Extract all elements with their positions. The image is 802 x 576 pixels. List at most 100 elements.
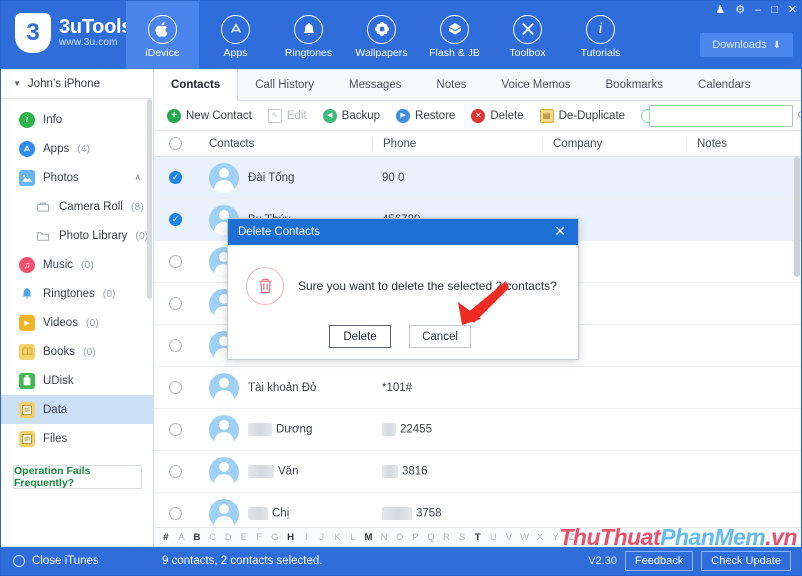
sidebar-item-photos[interactable]: Photos ∧	[1, 163, 153, 192]
table-row[interactable]: Văn 3816	[154, 451, 801, 493]
row-checkbox[interactable]	[169, 423, 182, 436]
sidebar-item-info[interactable]: i Info	[1, 105, 153, 134]
skin-icon[interactable]: ♟	[715, 4, 725, 16]
alpha-letter[interactable]: P	[408, 532, 424, 543]
row-checkbox[interactable]	[169, 381, 182, 394]
dialog-cancel-button[interactable]: Cancel	[409, 325, 471, 348]
sidebar-item-books[interactable]: Books (0)	[1, 337, 153, 366]
device-selector[interactable]: ▼ John’s iPhone	[1, 69, 153, 99]
alpha-letter[interactable]: Q	[423, 532, 439, 543]
nav-item-toolbox[interactable]: Toolbox	[491, 1, 564, 69]
dialog-delete-button[interactable]: Delete	[329, 325, 391, 348]
nav-item-apps[interactable]: Apps	[199, 1, 272, 69]
alpha-letter[interactable]: L	[345, 532, 361, 543]
tab-voice-memos[interactable]: Voice Memos	[484, 69, 588, 100]
sidebar-item-apps[interactable]: Apps (4)	[1, 134, 153, 163]
nav-item-flash-jb[interactable]: Flash & JB	[418, 1, 491, 69]
magnifier-icon[interactable]: ⚲	[797, 109, 801, 123]
nav-item-idevice[interactable]: iDevice	[126, 1, 199, 69]
row-checkbox[interactable]	[169, 297, 182, 310]
chevron-up-icon[interactable]: ∧	[134, 172, 141, 183]
de-duplicate-button[interactable]: ▤ De-Duplicate	[533, 106, 632, 126]
maximize-icon[interactable]: □	[771, 4, 778, 16]
tab-call-history[interactable]: Call History	[238, 69, 332, 100]
alpha-letter[interactable]: C	[205, 532, 221, 543]
close-itunes-button[interactable]: Close iTunes	[1, 555, 154, 567]
sidebar-item-files[interactable]: Files	[1, 424, 153, 453]
settings-gear-icon[interactable]: ⚙	[735, 4, 745, 16]
alpha-letter[interactable]: O	[392, 532, 408, 543]
row-checkbox[interactable]	[169, 339, 182, 352]
alpha-letter[interactable]: J	[314, 532, 330, 543]
alpha-letter[interactable]: N	[376, 532, 392, 543]
alpha-letter[interactable]: V	[501, 532, 517, 543]
tab-notes[interactable]: Notes	[419, 69, 484, 100]
alpha-letter[interactable]: Y	[548, 532, 564, 543]
select-all-checkbox[interactable]	[169, 137, 182, 150]
alpha-letter[interactable]: K	[330, 532, 346, 543]
sidebar-item-ringtones[interactable]: Ringtones (0)	[1, 279, 153, 308]
table-row[interactable]: ✓ Đài Tống 90 0	[154, 157, 801, 199]
row-checkbox[interactable]: ✓	[169, 171, 182, 184]
column-header-contacts[interactable]: Contacts	[197, 138, 372, 150]
search-box[interactable]: ⚲	[649, 105, 801, 127]
nav-item-wallpapers[interactable]: Wallpapers	[345, 1, 418, 69]
row-checkbox[interactable]	[169, 465, 182, 478]
alpha-letter[interactable]: G	[267, 532, 283, 543]
tab-messages[interactable]: Messages	[332, 69, 419, 100]
sidebar-scrollbar[interactable]	[147, 99, 152, 299]
backup-button[interactable]: ◀ Backup	[316, 106, 387, 126]
operation-fails-button[interactable]: Operation Fails Frequently?	[13, 465, 142, 489]
row-checkbox[interactable]	[169, 507, 182, 520]
sidebar-item-udisk[interactable]: UDisk	[1, 366, 153, 395]
table-scrollbar[interactable]	[794, 157, 800, 277]
new-contact-button[interactable]: + New Contact	[160, 106, 259, 126]
nav-item-ringtones[interactable]: Ringtones	[272, 1, 345, 69]
alpha-letter[interactable]: D	[220, 532, 236, 543]
sidebar-item-data[interactable]: Data	[1, 395, 153, 424]
table-row[interactable]: Tài khoản Đỏ *101#	[154, 367, 801, 409]
delete-button[interactable]: ✕ Delete	[464, 106, 530, 126]
bell-icon	[19, 286, 35, 302]
close-icon[interactable]: ✕	[550, 222, 570, 240]
search-input[interactable]	[655, 110, 797, 122]
alpha-letter[interactable]: U	[485, 532, 501, 543]
column-header-company[interactable]: Company	[542, 137, 686, 150]
alpha-letter[interactable]: H	[283, 532, 299, 543]
sidebar-item-videos[interactable]: ▶ Videos (0)	[1, 308, 153, 337]
alpha-letter[interactable]: #	[158, 532, 174, 543]
column-header-notes[interactable]: Notes	[686, 137, 801, 150]
alpha-letter[interactable]: X	[532, 532, 548, 543]
close-icon[interactable]: ✕	[788, 4, 797, 16]
table-row[interactable]: Dương 22455	[154, 409, 801, 451]
alpha-letter[interactable]: T	[470, 532, 486, 543]
sidebar-item-photo-library[interactable]: Photo Library (0)	[1, 221, 153, 250]
alpha-letter[interactable]: M	[361, 532, 377, 543]
nav-item-tutorials[interactable]: i Tutorials	[564, 1, 637, 69]
alpha-letter[interactable]: S	[454, 532, 470, 543]
column-header-phone[interactable]: Phone	[372, 137, 542, 150]
row-checkbox[interactable]: ✓	[169, 213, 182, 226]
alpha-letter[interactable]: F	[252, 532, 268, 543]
sidebar-item-camera-roll[interactable]: Camera Roll (8)	[1, 192, 153, 221]
alpha-letter[interactable]: E	[236, 532, 252, 543]
minimize-icon[interactable]: –	[755, 4, 761, 16]
alpha-letter[interactable]: B	[189, 532, 205, 543]
alpha-letter[interactable]: I	[298, 532, 314, 543]
alpha-letter[interactable]: W	[517, 532, 533, 543]
downloads-button[interactable]: Downloads ⬇	[700, 33, 793, 57]
tab-contacts[interactable]: Contacts	[154, 69, 239, 101]
sidebar-item-music[interactable]: ♫ Music (0)	[1, 250, 153, 279]
restore-button[interactable]: ▶ Restore	[389, 106, 462, 126]
feedback-button[interactable]: Feedback	[624, 551, 694, 571]
edit-button[interactable]: ✎ Edit	[261, 106, 314, 126]
alpha-letter[interactable]: Z	[563, 532, 579, 543]
tab-bookmarks[interactable]: Bookmarks	[589, 69, 682, 100]
alpha-letter[interactable]: R	[439, 532, 455, 543]
sidebar-item-label: Music	[43, 258, 74, 271]
alpha-letter[interactable]: A	[174, 532, 190, 543]
redaction-block	[248, 507, 268, 520]
check-update-button[interactable]: Check Update	[701, 551, 791, 571]
row-checkbox[interactable]	[169, 255, 182, 268]
tab-calendars[interactable]: Calendars	[681, 69, 768, 100]
